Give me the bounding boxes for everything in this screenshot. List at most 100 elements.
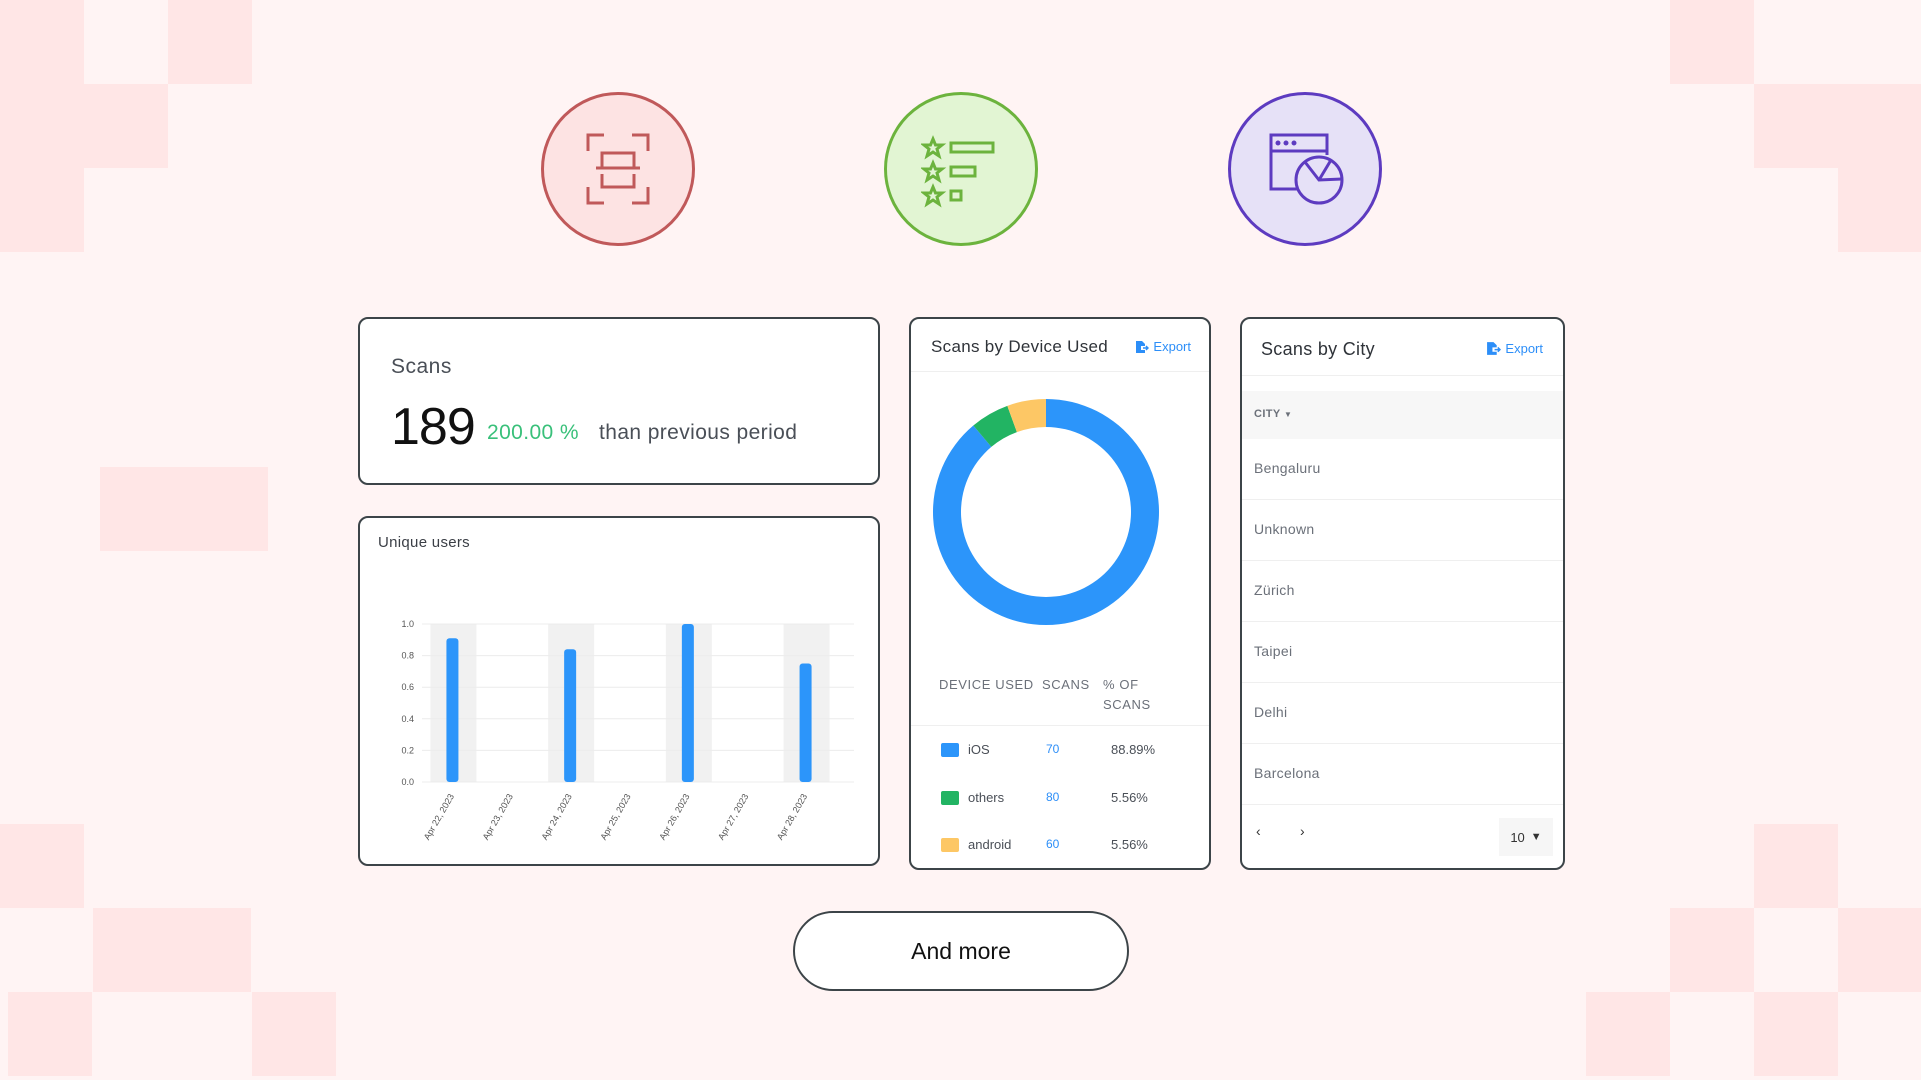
background-square [1838, 908, 1921, 992]
device-percent: 5.56% [1111, 837, 1148, 852]
rating-list-icon-circle [884, 92, 1038, 246]
legend-swatch [941, 743, 959, 757]
city-name: Unknown [1254, 521, 1315, 537]
device-export-label: Export [1153, 339, 1191, 354]
y-tick-label: 0.2 [401, 745, 414, 755]
background-square [0, 0, 84, 84]
city-name: Zürich [1254, 582, 1295, 598]
dashboard-chart-icon [1269, 133, 1344, 205]
device-card: Scans by Device Used Export DEVICE USED … [909, 317, 1211, 870]
device-card-title: Scans by Device Used [931, 337, 1109, 356]
device-name: android [968, 837, 1012, 852]
device-donut-chart [933, 399, 1159, 625]
y-tick-label: 1.0 [401, 619, 414, 629]
device-scans-link[interactable]: 70 [1046, 742, 1059, 756]
device-percent: 88.89% [1111, 742, 1156, 757]
scan-icon [586, 133, 650, 205]
device-card-header: Scans by Device Used Export [911, 319, 1209, 372]
x-tick-label: Apr 22, 2023 [422, 792, 456, 842]
x-tick-label: Apr 26, 2023 [657, 792, 691, 842]
device-row: android 60 5.56% [911, 827, 1209, 867]
scans-title: Scans [391, 355, 452, 378]
city-export-button[interactable]: Export [1486, 341, 1543, 356]
device-percent: 5.56% [1111, 790, 1148, 805]
background-square [1754, 992, 1838, 1076]
background-square [1838, 84, 1921, 168]
city-column-label: CITY [1254, 408, 1281, 420]
city-card: Scans by City Export CITY ▼ Bengaluru Unk… [1240, 317, 1565, 870]
page-size-select[interactable]: 10 ▼ [1499, 818, 1553, 856]
city-card-title: Scans by City [1261, 339, 1375, 359]
city-name: Taipei [1254, 643, 1293, 659]
bar[interactable] [681, 624, 694, 782]
device-name: iOS [968, 742, 990, 757]
city-name: Delhi [1254, 704, 1288, 720]
background-square [252, 992, 336, 1076]
bar[interactable] [446, 638, 459, 782]
bar[interactable] [564, 649, 577, 782]
city-row[interactable]: Delhi [1242, 683, 1563, 744]
bar[interactable] [799, 663, 812, 783]
col-percent: % OF [1103, 677, 1139, 692]
background-square [0, 824, 84, 908]
device-scans-link[interactable]: 60 [1046, 837, 1059, 851]
background-square [168, 0, 252, 84]
y-tick-label: 0.8 [401, 651, 414, 661]
device-export-button[interactable]: Export [1135, 339, 1191, 354]
export-icon [1136, 340, 1150, 353]
city-row[interactable]: Taipei [1242, 622, 1563, 683]
city-row[interactable]: Barcelona [1242, 744, 1563, 805]
background-square [1670, 908, 1754, 992]
background-square [8, 992, 92, 1076]
background-square [84, 84, 168, 168]
export-icon [1487, 342, 1502, 355]
background-square [0, 84, 84, 168]
chevron-down-icon: ▼ [1530, 831, 1542, 843]
unique-users-card: Unique users 0.0 0.2 0.4 0.6 0.8 1.0 Apr 22, 2… [358, 516, 880, 866]
city-name: Barcelona [1254, 765, 1320, 781]
page-size-value: 10 [1510, 829, 1525, 845]
donut-slice-ios[interactable] [933, 399, 1159, 625]
sort-caret-icon: ▼ [1283, 410, 1293, 419]
scan-icon-circle [541, 92, 695, 246]
x-tick-label: Apr 24, 2023 [539, 792, 573, 842]
device-name: others [968, 790, 1005, 805]
device-scans-link[interactable]: 80 [1046, 790, 1059, 804]
next-page-button[interactable]: › [1300, 823, 1305, 839]
background-square [1586, 992, 1670, 1076]
col-device-used: DEVICE USED [939, 677, 1034, 692]
y-tick-label: 0.6 [401, 682, 414, 692]
scans-change-label: than previous period [599, 421, 798, 444]
scans-card: Scans 189 200.00 % than previous period [358, 317, 880, 485]
background-square [100, 467, 268, 551]
x-tick-label: Apr 27, 2023 [716, 792, 750, 842]
legend-swatch [941, 838, 959, 852]
dashboard-chart-icon-circle [1228, 92, 1382, 246]
x-tick-label: Apr 23, 2023 [481, 792, 515, 842]
col-scans: SCANS [1042, 677, 1090, 692]
rating-list-icon [921, 135, 995, 208]
device-row: others 80 5.56% [911, 780, 1209, 820]
city-row[interactable]: Zürich [1242, 561, 1563, 622]
prev-page-button[interactable]: ‹ [1256, 823, 1261, 839]
y-tick-label: 0.4 [401, 714, 414, 724]
x-tick-label: Apr 28, 2023 [775, 792, 809, 842]
col-percent-line2: SCANS [1103, 697, 1151, 712]
legend-swatch [941, 791, 959, 805]
city-column-header[interactable]: CITY ▼ [1242, 391, 1563, 439]
background-square [0, 168, 84, 252]
y-tick-label: 0.0 [401, 777, 414, 787]
x-tick-label: Apr 25, 2023 [598, 792, 632, 842]
and-more-button[interactable]: And more [793, 911, 1129, 991]
unique-users-bar-chart: 0.0 0.2 0.4 0.6 0.8 1.0 Apr 22, 2023 Apr 23, 20… [401, 619, 854, 842]
city-row[interactable]: Unknown [1242, 500, 1563, 561]
city-export-label: Export [1505, 341, 1543, 356]
background-square [1754, 824, 1838, 908]
device-table-header: DEVICE USED SCANS % OF SCANS [911, 675, 1209, 726]
scans-count: 189 [391, 398, 476, 456]
city-name: Bengaluru [1254, 460, 1321, 476]
device-row: iOS 70 88.89% [911, 732, 1209, 772]
background-square [1754, 84, 1838, 168]
background-square [1838, 168, 1921, 252]
city-row[interactable]: Bengaluru [1242, 439, 1563, 500]
